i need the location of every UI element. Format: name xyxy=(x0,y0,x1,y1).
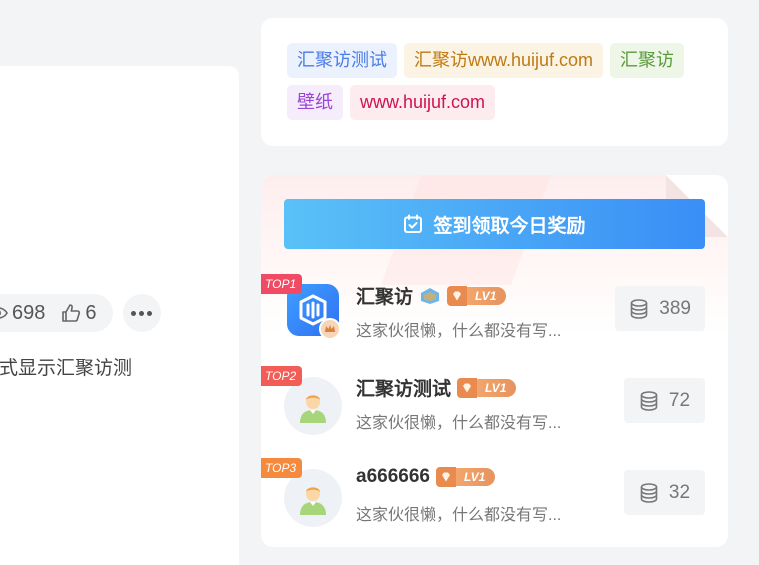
vip-badge-icon xyxy=(421,287,440,304)
default-avatar-icon xyxy=(300,395,326,423)
points-badge: 32 xyxy=(624,470,705,515)
likes-count: 6 xyxy=(85,301,97,324)
meta-pill: 698 6 xyxy=(0,294,113,332)
like-button[interactable]: 6 xyxy=(61,301,97,325)
level-gem xyxy=(435,467,456,487)
points-value: 72 xyxy=(668,389,691,411)
crown-badge xyxy=(319,318,341,340)
username[interactable]: 汇聚访 xyxy=(356,282,413,309)
level-badge: LV1 xyxy=(447,285,507,306)
tag-item[interactable]: 汇聚访测试 xyxy=(287,43,397,78)
name-row: 汇聚访测试 LV1 xyxy=(356,374,517,401)
level-gem-icon xyxy=(463,383,472,392)
tag-item[interactable]: 壁纸 xyxy=(287,85,343,120)
name-row: 汇聚访 LV1 xyxy=(356,282,507,309)
level-label: LV1 xyxy=(477,378,517,397)
calendar-check-icon xyxy=(404,214,423,233)
points-value: 32 xyxy=(668,481,691,503)
views-count: 698 xyxy=(12,301,46,324)
views-stat: 698 xyxy=(0,302,45,325)
tag-item[interactable]: 汇聚访 xyxy=(610,43,685,78)
tag-item[interactable]: 汇聚访www.huijuf.com xyxy=(404,43,604,78)
vip-badge xyxy=(419,287,441,305)
user-bio: 这家伙很懒，什么都没有写... xyxy=(356,415,562,432)
eye-icon xyxy=(0,307,8,319)
tag-cloud-card: 汇聚访测试 汇聚访www.huijuf.com 汇聚访壁纸 www.huijuf.co… xyxy=(261,18,728,146)
signin-button[interactable]: 签到领取今日奖励 xyxy=(284,199,705,249)
signin-button-label: 签到领取今日奖励 xyxy=(433,215,586,237)
user-bio: 这家伙很懒，什么都没有写... xyxy=(356,323,562,340)
username[interactable]: a666666 xyxy=(356,466,430,488)
level-gem xyxy=(447,285,468,306)
ranking-row[interactable]: TOP2 汇聚访测试 LV1 这家伙很懒，什么都没有写... 72 xyxy=(261,366,728,456)
tag-item[interactable]: www.huijuf.com xyxy=(350,85,496,120)
level-gem xyxy=(457,377,478,398)
more-dot-icon xyxy=(139,310,144,316)
tag-list: 汇聚访测试 汇聚访www.huijuf.com 汇聚访壁纸 www.huijuf.co… xyxy=(287,43,702,120)
name-row: a666666 LV1 xyxy=(356,466,496,488)
user-bio: 这家伙很懒，什么都没有写... xyxy=(356,507,562,524)
username[interactable]: 汇聚访测试 xyxy=(356,374,451,401)
ranking-row[interactable]: TOP1 汇聚访 LV1 这家伙很懒，什么都没有写... 389 xyxy=(261,274,728,364)
thumbs-up-icon xyxy=(62,304,81,322)
level-gem-icon xyxy=(441,472,450,482)
article-meta: 698 6 xyxy=(0,293,161,333)
points-badge: 72 xyxy=(624,378,705,423)
level-label: LV1 xyxy=(467,286,507,305)
more-dot-icon xyxy=(131,310,136,316)
points-badge: 389 xyxy=(615,286,705,331)
level-badge: LV1 xyxy=(435,467,496,487)
default-avatar-icon xyxy=(300,487,326,515)
level-badge: LV1 xyxy=(457,377,517,398)
coins-icon xyxy=(640,482,658,503)
crown-icon xyxy=(325,325,335,332)
coins-icon xyxy=(640,390,658,411)
article-card: 698 6 样式显示汇聚访测 xyxy=(0,66,239,565)
article-excerpt[interactable]: 样式显示汇聚访测 xyxy=(0,353,132,380)
rank-badge: TOP3 xyxy=(261,458,303,478)
rank-badge: TOP2 xyxy=(261,366,303,386)
level-label: LV1 xyxy=(455,468,496,486)
coins-icon xyxy=(630,298,648,319)
ranking-row[interactable]: TOP3 a666666 LV1 这家伙很懒，什么都没有写... 32 xyxy=(261,458,728,547)
rank-badge: TOP1 xyxy=(261,274,303,294)
signin-ranking-card: 签到领取今日奖励 TOP1 汇聚访 LV1 这家伙很懒，什么都没有写... 389 TOP… xyxy=(261,175,728,547)
points-value: 389 xyxy=(659,297,691,319)
more-dot-icon xyxy=(147,310,152,316)
level-gem-icon xyxy=(453,291,462,300)
more-button[interactable] xyxy=(122,294,161,332)
